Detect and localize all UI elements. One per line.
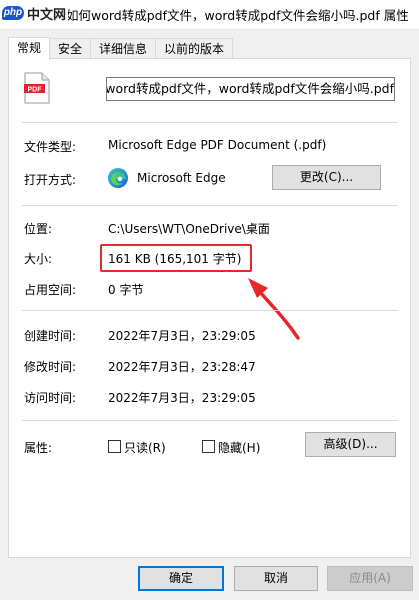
modified-value: 2022年7月3日，23:28:47: [108, 360, 256, 374]
divider: [22, 122, 398, 123]
change-button[interactable]: 更改(C)...: [272, 165, 381, 190]
location-label: 位置:: [24, 222, 53, 236]
file-type-value: Microsoft Edge PDF Document (.pdf): [108, 138, 327, 152]
pdf-file-icon: PDF: [24, 72, 50, 104]
file-name-text: 如何word转成pdf文件，word转成pdf文件会缩小吗.pdf: [106, 81, 394, 96]
highlight-box: [100, 244, 252, 272]
hidden-checkbox[interactable]: [202, 440, 215, 453]
tab-security[interactable]: 安全: [50, 38, 92, 59]
divider: [22, 205, 398, 206]
pdf-icon-text: PDF: [28, 86, 43, 93]
hidden-label[interactable]: 隐藏(H): [218, 439, 260, 456]
watermark-logo: php 中文网: [2, 3, 69, 23]
tab-bar: 常规 安全 详细信息 以前的版本: [8, 37, 234, 60]
created-label: 创建时间:: [24, 329, 77, 343]
location-value: C:\Users\WT\OneDrive\桌面: [108, 222, 270, 236]
created-value: 2022年7月3日，23:29:05: [108, 329, 256, 343]
size-label: 大小:: [24, 252, 53, 266]
window-title: 如何word转成pdf文件，word转成pdf文件会缩小吗.pdf 属性: [66, 8, 409, 23]
accessed-label: 访问时间:: [24, 391, 77, 405]
watermark-badge: php: [2, 6, 24, 20]
readonly-label[interactable]: 只读(R): [124, 439, 166, 456]
divider: [22, 420, 398, 421]
open-with-value: Microsoft Edge: [137, 171, 226, 185]
advanced-button[interactable]: 高级(D)...: [305, 432, 396, 457]
watermark-text: 中文网: [27, 7, 67, 23]
general-panel: [8, 58, 411, 558]
cancel-button[interactable]: 取消: [234, 566, 318, 591]
divider: [22, 310, 398, 311]
size-on-disk-label: 占用空间:: [24, 283, 77, 297]
edge-icon: [108, 168, 128, 188]
apply-button[interactable]: 应用(A): [327, 566, 413, 591]
readonly-checkbox[interactable]: [108, 440, 121, 453]
modified-label: 修改时间:: [24, 360, 77, 374]
tab-details[interactable]: 详细信息: [91, 38, 157, 59]
attributes-label: 属性:: [24, 441, 53, 455]
file-name-input[interactable]: 如何word转成pdf文件，word转成pdf文件会缩小吗.pdf: [106, 77, 395, 101]
file-type-label: 文件类型:: [24, 140, 77, 154]
accessed-value: 2022年7月3日，23:29:05: [108, 391, 256, 405]
ok-button[interactable]: 确定: [138, 566, 224, 591]
size-on-disk-value: 0 字节: [108, 283, 144, 297]
open-with-label: 打开方式:: [24, 173, 77, 187]
tab-previous-versions[interactable]: 以前的版本: [156, 38, 234, 59]
tab-general[interactable]: 常规: [8, 37, 51, 60]
title-bar: 如何word转成pdf文件，word转成pdf文件会缩小吗.pdf 属性 php…: [0, 0, 419, 30]
